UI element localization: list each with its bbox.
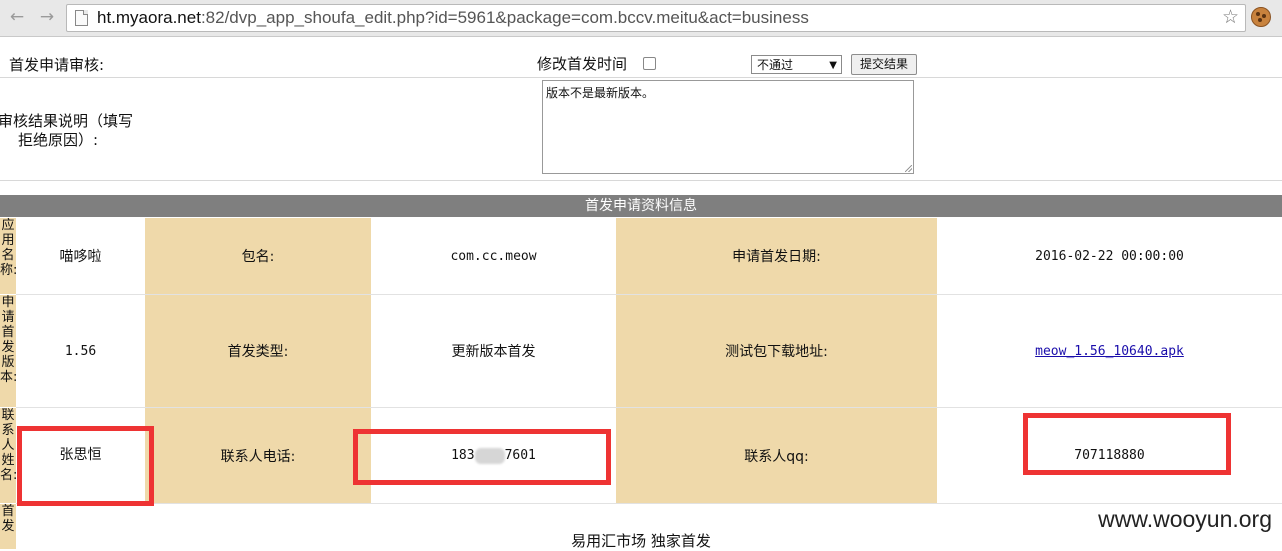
shoufa-type-value: 更新版本首发 bbox=[371, 295, 616, 407]
reason-label-line2: 拒绝原因）: bbox=[18, 131, 99, 149]
apply-date-label: 申请首发日期: bbox=[616, 218, 937, 294]
page-content: 首发申请审核: 修改首发时间 不通过 ▼ 提交结果 审核结果说明（填写 拒绝原因… bbox=[0, 37, 1282, 550]
modify-time-checkbox[interactable] bbox=[643, 57, 656, 70]
dropdown-arrow-icon: ▼ bbox=[829, 60, 837, 71]
reason-text: 版本不是最新版本。 bbox=[546, 86, 655, 100]
resize-handle-icon[interactable] bbox=[905, 165, 912, 172]
download-url-label: 测试包下载地址: bbox=[616, 295, 937, 407]
page-icon bbox=[75, 10, 88, 26]
highlight-contact-name bbox=[17, 426, 154, 506]
arrow-right-icon[interactable]: → bbox=[37, 7, 57, 27]
download-url-cell: meow_1.56_10640.apk bbox=[937, 295, 1282, 407]
contact-phone-label: 联系人电话: bbox=[145, 408, 371, 503]
reason-label-line1: 审核结果说明（填写 bbox=[0, 112, 134, 130]
arrow-left-icon[interactable]: ← bbox=[7, 7, 27, 27]
section-title: 首发申请资料信息 bbox=[0, 195, 1282, 217]
watermark: www.wooyun.org bbox=[1098, 506, 1272, 532]
submit-button[interactable]: 提交结果 bbox=[851, 54, 917, 75]
app-name-value: 喵哆啦 bbox=[16, 218, 145, 294]
review-label: 首发申请审核: bbox=[9, 56, 105, 74]
browser-toolbar: ← → ht.myaora.net:82/dvp_app_shoufa_edit… bbox=[0, 0, 1282, 37]
shoufa-type-label: 首发类型: bbox=[145, 295, 371, 407]
contact-qq-label: 联系人qq: bbox=[616, 408, 937, 503]
apply-date-value: 2016-02-22 00:00:00 bbox=[937, 218, 1282, 294]
result-select[interactable]: 不通过 ▼ bbox=[751, 55, 842, 74]
side-label-version: 申请首发版本: bbox=[0, 295, 16, 407]
modify-time-label: 修改首发时间 bbox=[537, 55, 628, 73]
package-label: 包名: bbox=[145, 218, 371, 294]
highlight-contact-qq bbox=[1023, 413, 1231, 475]
highlight-contact-phone bbox=[353, 429, 611, 485]
info-table: 应用名称: 申请首发版本: 联系人姓名: 首发 喵哆啦 包名: com.cc.m… bbox=[0, 218, 1282, 549]
shoufa-value: 易用汇市场 独家首发 bbox=[571, 532, 711, 550]
reason-textarea[interactable]: 版本不是最新版本。 bbox=[542, 80, 914, 174]
version-value: 1.56 bbox=[16, 295, 145, 407]
cookie-icon[interactable] bbox=[1251, 7, 1271, 27]
address-bar[interactable]: ht.myaora.net:82/dvp_app_shoufa_edit.php… bbox=[66, 4, 1246, 32]
side-label-contact-name: 联系人姓名: bbox=[0, 408, 16, 503]
result-select-value: 不通过 bbox=[757, 58, 794, 72]
url-text: ht.myaora.net:82/dvp_app_shoufa_edit.php… bbox=[97, 8, 809, 27]
star-icon[interactable]: ☆ bbox=[1222, 6, 1239, 28]
side-label-app-name: 应用名称: bbox=[0, 218, 16, 294]
package-value: com.cc.meow bbox=[371, 218, 616, 294]
download-link[interactable]: meow_1.56_10640.apk bbox=[1035, 344, 1184, 359]
